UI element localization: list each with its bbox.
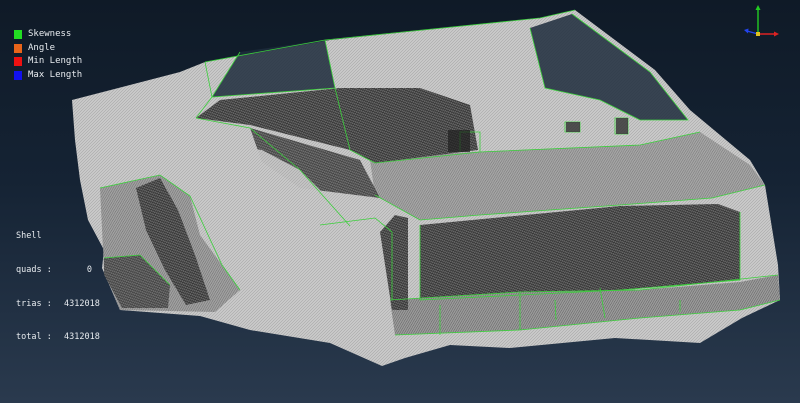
legend-swatch <box>14 43 22 53</box>
rear-window-opening <box>212 40 335 97</box>
legend-item-skewness[interactable]: Skewness <box>14 28 82 42</box>
z-axis-arrow <box>744 28 749 34</box>
stat-label: quads : <box>16 265 52 276</box>
legend-label: Max Length <box>28 69 83 80</box>
stat-row-quads: quads : 0 <box>16 265 92 276</box>
stat-value: 4312018 <box>64 332 100 343</box>
mesh-stats-panel: Shell quads : 0 trias : 4312018 total : … <box>16 209 100 355</box>
x-axis-arrow <box>774 31 779 37</box>
legend-panel: Skewness Angle Min Length Max Length <box>14 28 82 82</box>
legend-item-angle[interactable]: Angle <box>14 42 82 56</box>
legend-label: Angle <box>28 42 56 53</box>
legend-swatch <box>14 57 22 67</box>
stat-value: 4312018 <box>64 298 100 309</box>
y-axis-arrow <box>755 5 761 10</box>
triad-origin <box>756 32 760 36</box>
legend-label: Skewness <box>28 29 72 39</box>
legend-swatch <box>14 70 22 80</box>
legend-item-min-length[interactable]: Min Length <box>14 55 82 69</box>
legend-swatch <box>14 30 22 40</box>
stat-label: total : <box>16 332 52 343</box>
mesh-viewport[interactable] <box>0 0 800 403</box>
stats-title: Shell <box>16 231 42 242</box>
axis-triad-icon[interactable] <box>740 4 780 44</box>
stat-value: 0 <box>86 265 92 276</box>
legend-item-max-length[interactable]: Max Length <box>14 69 82 83</box>
stat-row-total: total : 4312018 <box>16 332 100 343</box>
stat-row-trias: trias : 4312018 <box>16 298 100 310</box>
stat-label: trias : <box>16 298 52 309</box>
legend-label: Min Length <box>28 56 83 66</box>
